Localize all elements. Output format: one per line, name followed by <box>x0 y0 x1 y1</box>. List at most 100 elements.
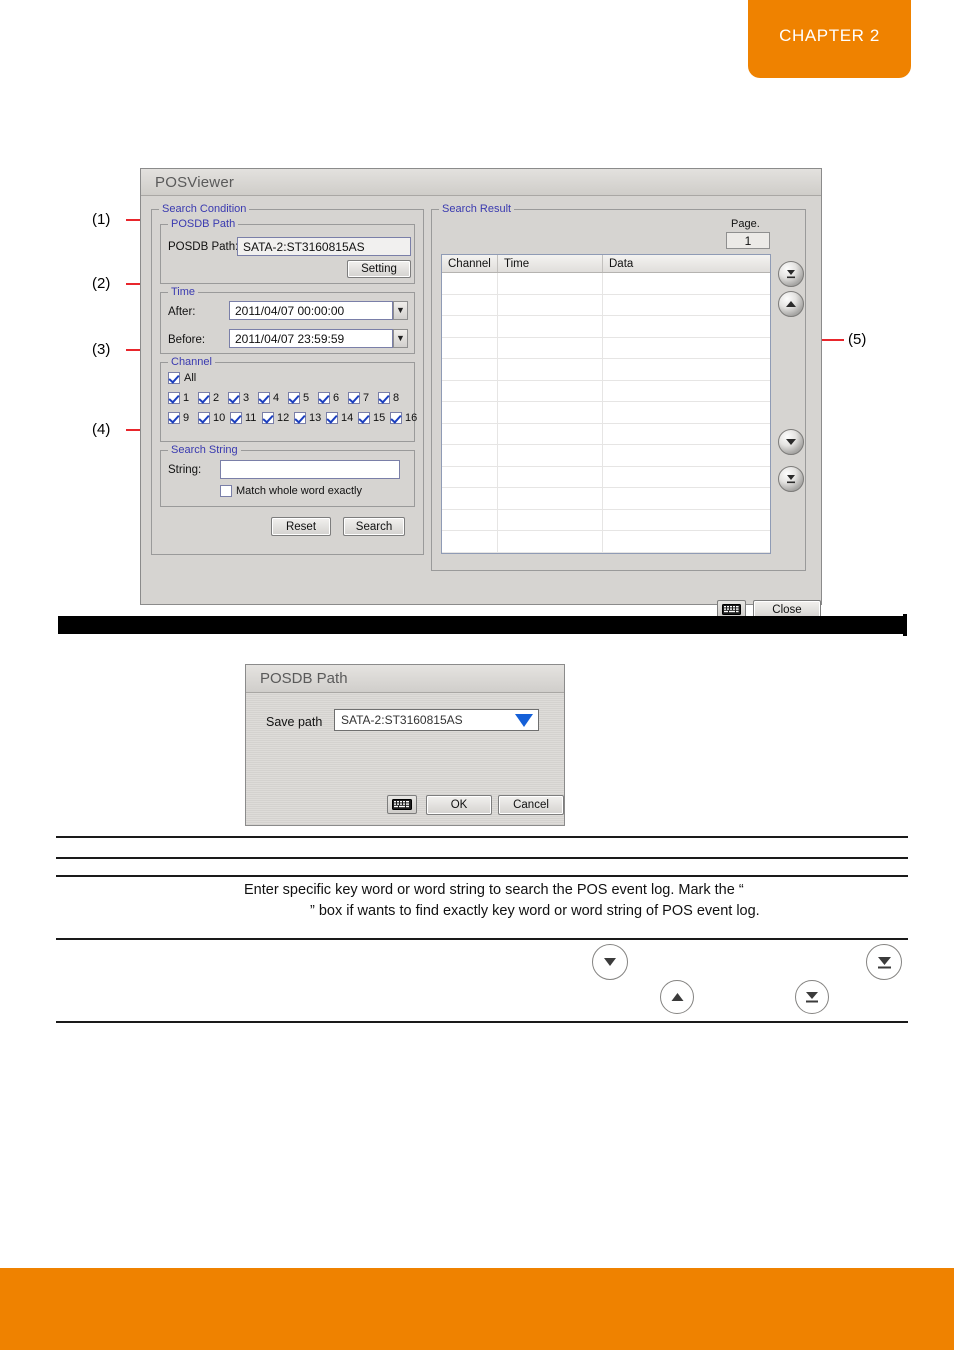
save-path-chevron-down-icon[interactable] <box>515 714 533 727</box>
channel-checkbox-5[interactable] <box>288 392 300 404</box>
search-string-input[interactable] <box>220 460 400 479</box>
divider-rule-3 <box>56 875 908 877</box>
channel-checkbox-15[interactable] <box>358 412 370 424</box>
last-page-icon[interactable] <box>778 466 804 492</box>
save-path-combo[interactable]: SATA-2:ST3160815AS <box>334 709 539 731</box>
next-page-icon[interactable] <box>778 429 804 455</box>
cancel-button[interactable]: Cancel <box>498 795 564 815</box>
callout-5-label: (5) <box>848 331 867 348</box>
callout-4-label: (4) <box>92 421 111 438</box>
table-row[interactable] <box>442 273 770 295</box>
channel-checkbox-16[interactable] <box>390 412 402 424</box>
prev-page-icon[interactable] <box>778 291 804 317</box>
channel-legend: Channel <box>168 356 215 368</box>
callout-1-label: (1) <box>92 211 111 228</box>
match-whole-word-label: Match whole word exactly <box>236 485 362 497</box>
page-number-field[interactable]: 1 <box>726 232 770 249</box>
channel-label-10: 10 <box>213 412 226 424</box>
table-body <box>442 273 770 553</box>
after-label: After: <box>168 306 196 318</box>
table-row[interactable] <box>442 509 770 531</box>
reset-button[interactable]: Reset <box>271 517 331 536</box>
search-button[interactable]: Search <box>343 517 405 536</box>
channel-checkbox-3[interactable] <box>228 392 240 404</box>
before-datetime-input[interactable]: 2011/04/07 23:59:59 <box>229 329 393 348</box>
posdb-dialog-titlebar: POSDB Path <box>246 665 564 693</box>
posdb-keyboard-icon[interactable] <box>387 795 417 814</box>
channel-checkbox-8[interactable] <box>378 392 390 404</box>
table-row[interactable] <box>442 423 770 445</box>
page-label: Page. <box>731 218 760 230</box>
save-path-value: SATA-2:ST3160815AS <box>341 713 463 727</box>
search-result-legend: Search Result <box>439 203 515 215</box>
posdb-path-dialog: POSDB Path Save path SATA-2:ST3160815AS <box>245 664 565 826</box>
after-datetime-input[interactable]: 2011/04/07 00:00:00 <box>229 301 393 320</box>
channel-checkbox-11[interactable] <box>230 412 242 424</box>
posviewer-body: Search Condition POSDB Path POSDB Path: … <box>141 196 821 619</box>
channel-checkbox-7[interactable] <box>348 392 360 404</box>
divider-rule-2 <box>56 857 908 859</box>
table-header-row: Channel Time Data <box>442 255 770 273</box>
ok-button[interactable]: OK <box>426 795 492 815</box>
posdb-dialog-body: Save path SATA-2:ST3160815AS OK Cancel <box>246 693 564 825</box>
table-row[interactable] <box>442 531 770 553</box>
doc-next-page-icon <box>592 944 628 980</box>
table-row[interactable] <box>442 488 770 510</box>
channel-label-1: 1 <box>183 392 190 404</box>
doc-last-page-icon <box>866 944 902 980</box>
table-row[interactable] <box>442 402 770 424</box>
channel-checkbox-13[interactable] <box>294 412 306 424</box>
channel-checkbox-9[interactable] <box>168 412 180 424</box>
channel-label-13: 13 <box>309 412 322 424</box>
table-row[interactable] <box>442 294 770 316</box>
description-line-1: Enter specific key word or word string t… <box>244 882 744 898</box>
posdb-path-field-label: POSDB Path: <box>168 241 239 253</box>
channel-label-11: 11 <box>245 412 257 424</box>
table-row[interactable] <box>442 316 770 338</box>
time-legend: Time <box>168 286 199 298</box>
channel-checkbox-10[interactable] <box>198 412 210 424</box>
doc-first-page-icon <box>795 980 829 1014</box>
channel-checkbox-1[interactable] <box>168 392 180 404</box>
channel-label-3: 3 <box>243 392 250 404</box>
channel-label-5: 5 <box>303 392 310 404</box>
channel-label-12: 12 <box>277 412 290 424</box>
before-chevron-down-icon[interactable]: ▼ <box>393 329 408 348</box>
posviewer-window: POSViewer Search Condition POSDB Path PO… <box>140 168 822 619</box>
posdb-dialog-title: POSDB Path <box>260 670 348 687</box>
after-chevron-down-icon[interactable]: ▼ <box>393 301 408 320</box>
doc-prev-page-icon <box>660 980 694 1014</box>
chapter-tab: CHAPTER 2 <box>748 0 911 78</box>
save-path-label: Save path <box>266 715 323 729</box>
match-whole-word-checkbox[interactable] <box>220 485 232 497</box>
table-row[interactable] <box>442 466 770 488</box>
channel-checkbox-6[interactable] <box>318 392 330 404</box>
channel-label-8: 8 <box>393 392 400 404</box>
callout-3-label: (3) <box>92 341 111 358</box>
callout-2-label: (2) <box>92 275 111 292</box>
channel-label-14: 14 <box>341 412 354 424</box>
channel-checkbox-14[interactable] <box>326 412 338 424</box>
column-header-channel: Channel <box>442 255 498 272</box>
channel-label-7: 7 <box>363 392 370 404</box>
string-label: String: <box>168 464 202 476</box>
redaction-bar-marker <box>903 614 907 636</box>
channel-label-2: 2 <box>213 392 220 404</box>
channel-checkbox-4[interactable] <box>258 392 270 404</box>
channel-all-checkbox[interactable] <box>168 372 180 384</box>
divider-rule-5 <box>56 1021 908 1023</box>
search-result-table[interactable]: Channel Time Data <box>441 254 771 554</box>
channel-checkbox-12[interactable] <box>262 412 274 424</box>
first-page-icon[interactable] <box>778 261 804 287</box>
channel-checkbox-2[interactable] <box>198 392 210 404</box>
table-row[interactable] <box>442 337 770 359</box>
posdb-path-input[interactable]: SATA-2:ST3160815AS <box>237 237 411 256</box>
divider-rule-1 <box>56 836 908 838</box>
table-row[interactable] <box>442 445 770 467</box>
table-row[interactable] <box>442 359 770 381</box>
table-row[interactable] <box>442 380 770 402</box>
search-string-legend: Search String <box>168 444 241 456</box>
setting-button[interactable]: Setting <box>347 260 411 278</box>
channel-label-6: 6 <box>333 392 340 404</box>
channel-label-4: 4 <box>273 392 280 404</box>
